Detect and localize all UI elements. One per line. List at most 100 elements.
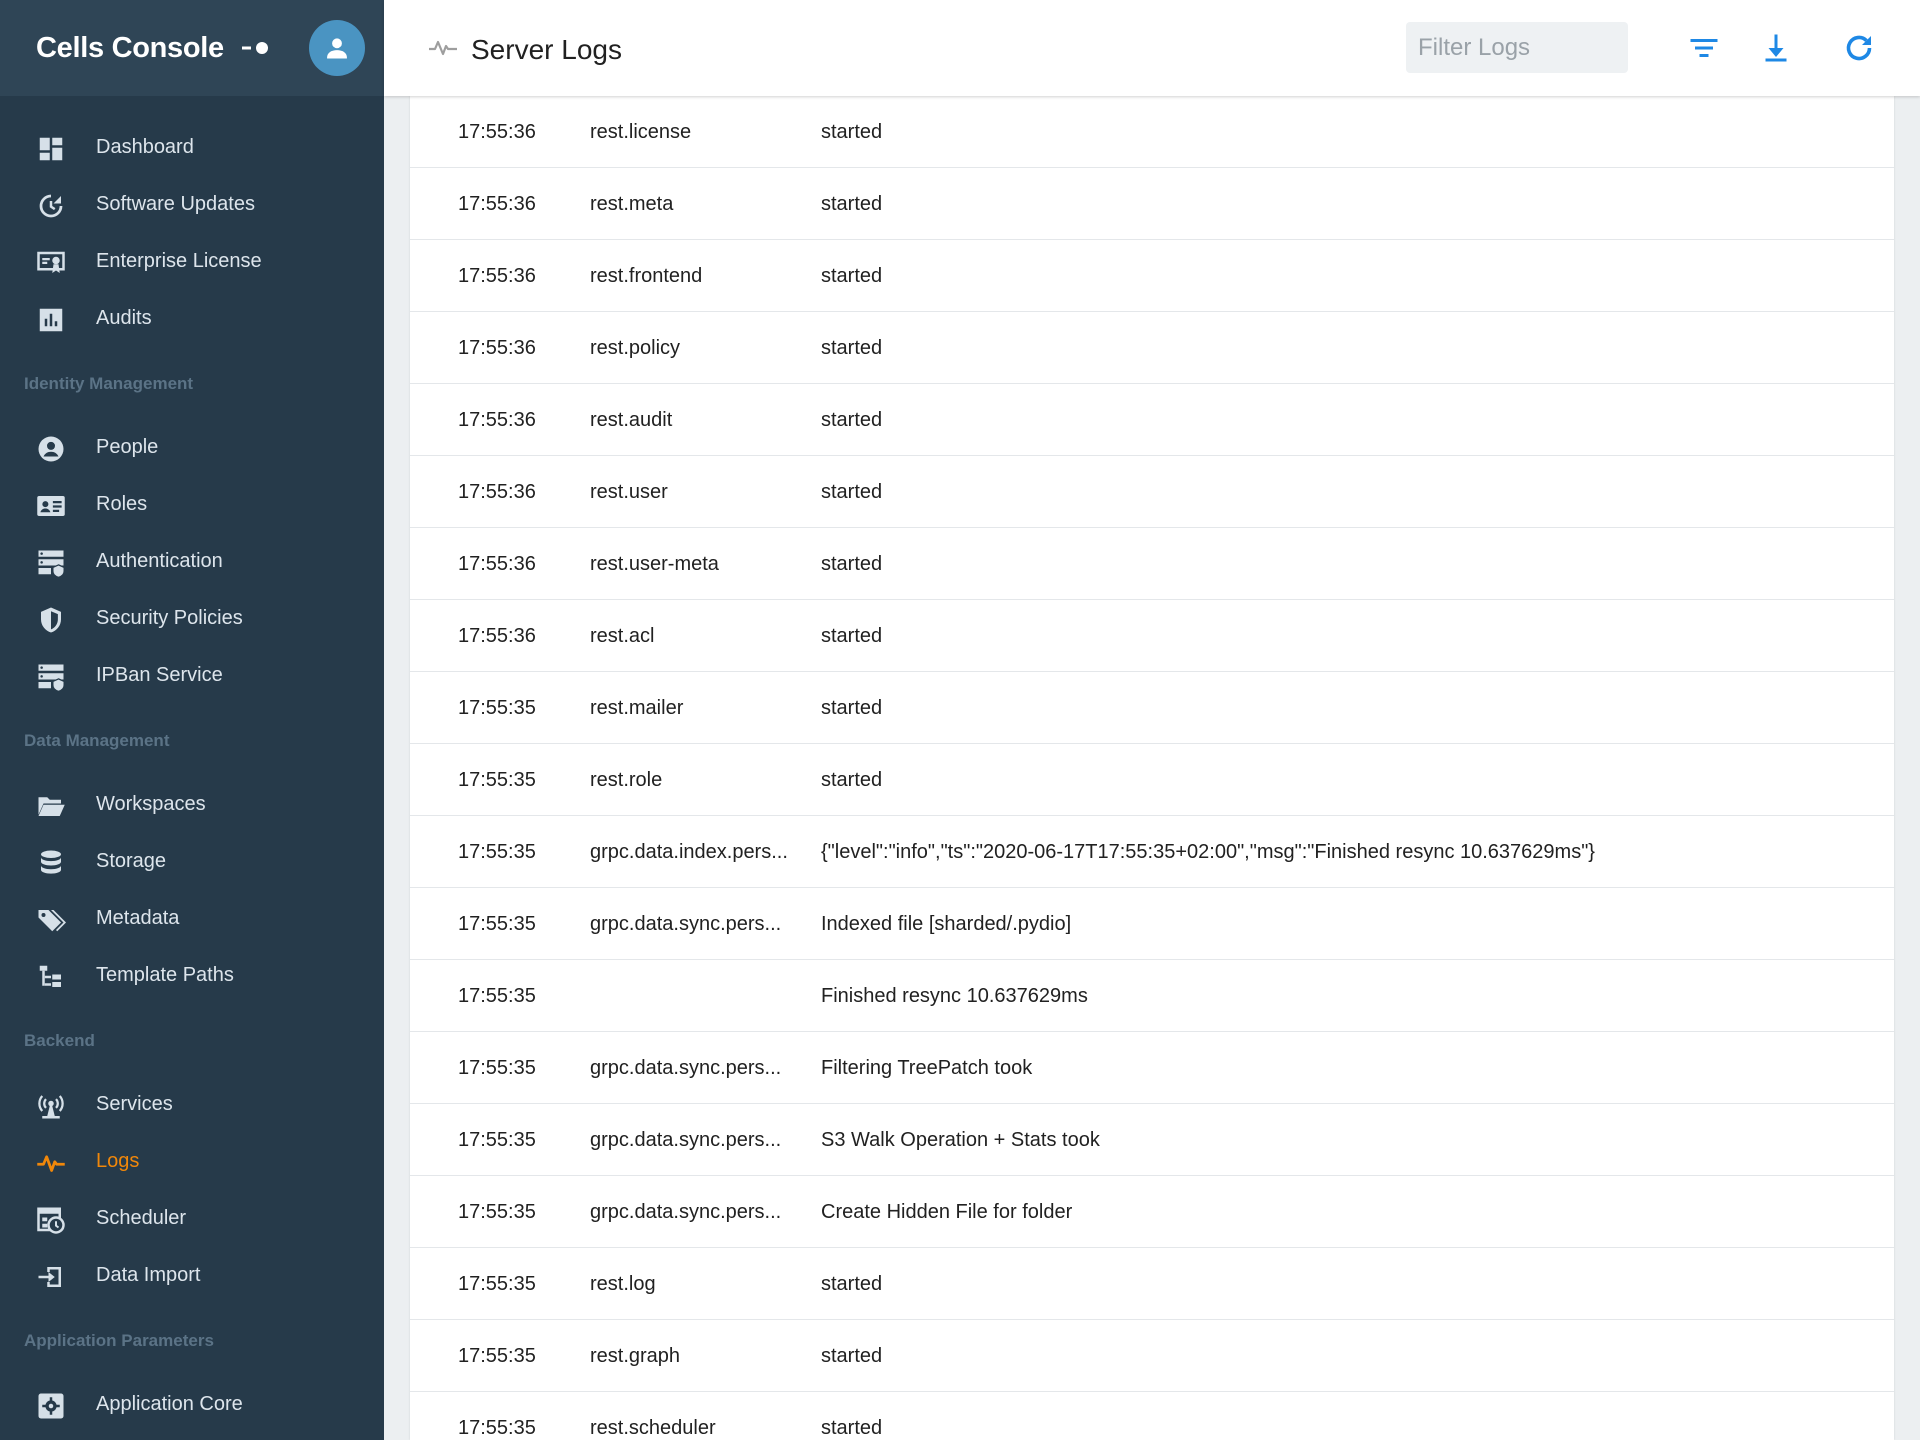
page-title: Server Logs bbox=[471, 34, 622, 65]
log-row[interactable]: 17:55:35 Finished resync 10.637629ms bbox=[410, 960, 1894, 1032]
log-row[interactable]: 17:55:36 rest.acl started bbox=[410, 600, 1894, 672]
log-row[interactable]: 17:55:36 rest.license started bbox=[410, 96, 1894, 168]
user-avatar-button[interactable] bbox=[309, 20, 365, 76]
sidebar-item-logs[interactable]: Logs bbox=[0, 1134, 384, 1191]
filter-logs-input[interactable] bbox=[1406, 22, 1628, 73]
section-title-identity-management: Identity Management bbox=[24, 374, 194, 393]
log-time: 17:55:35 bbox=[458, 1057, 536, 1079]
log-message: {"level":"info","ts":"2020-06-17T17:55:3… bbox=[821, 841, 1595, 863]
section-title-application-parameters: Application Parameters bbox=[24, 1331, 214, 1350]
log-time: 17:55:35 bbox=[458, 697, 536, 719]
sidebar-item-label: Dashboard bbox=[96, 136, 194, 158]
id-card-icon bbox=[37, 496, 65, 516]
log-list: 17:55:36 rest.license started 17:55:36 r… bbox=[410, 96, 1894, 1440]
sidebar-item-label: Logs bbox=[96, 1150, 140, 1172]
folder-open-icon bbox=[38, 797, 65, 816]
log-service: rest.meta bbox=[590, 193, 674, 215]
sidebar-item-authentication[interactable]: Authentication bbox=[0, 534, 384, 591]
sidebar-item-roles[interactable]: Roles bbox=[0, 477, 384, 534]
log-service: rest.graph bbox=[590, 1345, 681, 1367]
log-row[interactable]: 17:55:35 grpc.data.sync.pers... S3 Walk … bbox=[410, 1104, 1894, 1176]
log-service: rest.audit bbox=[590, 409, 673, 431]
refresh-icon[interactable] bbox=[1841, 30, 1877, 66]
log-service: grpc.data.index.pers... bbox=[590, 841, 788, 863]
log-message: started bbox=[821, 1345, 883, 1367]
log-service: rest.mailer bbox=[590, 697, 684, 719]
sidebar-item-label: Scheduler bbox=[96, 1207, 187, 1229]
log-row[interactable]: 17:55:36 rest.frontend started bbox=[410, 240, 1894, 312]
log-message: started bbox=[821, 553, 883, 575]
log-row[interactable]: 17:55:36 rest.policy started bbox=[410, 312, 1894, 384]
sidebar-item-scheduler[interactable]: Scheduler bbox=[0, 1191, 384, 1248]
log-time: 17:55:35 bbox=[458, 985, 536, 1007]
log-message: started bbox=[821, 265, 883, 287]
log-time: 17:55:36 bbox=[458, 481, 536, 503]
sidebar-item-application-core[interactable]: Application Core bbox=[0, 1377, 384, 1434]
sidebar-item-dashboard[interactable]: Dashboard bbox=[0, 120, 384, 177]
log-row[interactable]: 17:55:35 grpc.data.sync.pers... Create H… bbox=[410, 1176, 1894, 1248]
download-icon[interactable] bbox=[1758, 30, 1794, 66]
log-row[interactable]: 17:55:36 rest.user-meta started bbox=[410, 528, 1894, 600]
log-time: 17:55:36 bbox=[458, 193, 536, 215]
log-time: 17:55:36 bbox=[458, 121, 536, 143]
log-service: grpc.data.sync.pers... bbox=[590, 1201, 782, 1223]
log-time: 17:55:35 bbox=[458, 1345, 536, 1367]
log-row[interactable]: 17:55:35 rest.log started bbox=[410, 1248, 1894, 1320]
sidebar-item-label: Software Updates bbox=[96, 193, 255, 215]
server-shield-icon bbox=[38, 664, 65, 692]
log-service: grpc.data.sync.pers... bbox=[590, 913, 782, 935]
log-time: 17:55:35 bbox=[458, 769, 536, 791]
section-title-backend: Backend bbox=[24, 1031, 95, 1050]
log-service: rest.policy bbox=[590, 337, 681, 359]
sidebar-item-audits[interactable]: Audits bbox=[0, 291, 384, 348]
sidebar-item-storage[interactable]: Storage bbox=[0, 834, 384, 891]
log-row[interactable]: 17:55:36 rest.audit started bbox=[410, 384, 1894, 456]
sidebar-item-label: Authentication bbox=[96, 550, 223, 572]
calendar-clock-icon bbox=[37, 1207, 65, 1234]
log-row[interactable]: 17:55:35 rest.scheduler started bbox=[410, 1392, 1894, 1440]
pin-toggle-icon[interactable] bbox=[242, 38, 272, 58]
sidebar-item-data-import[interactable]: Data Import bbox=[0, 1248, 384, 1305]
database-icon bbox=[41, 850, 61, 874]
app-header: Server Logs bbox=[384, 0, 1920, 96]
shield-icon bbox=[41, 607, 61, 633]
dashboard-icon bbox=[39, 137, 63, 161]
sidebar-item-software-updates[interactable]: Software Updates bbox=[0, 177, 384, 234]
log-time: 17:55:36 bbox=[458, 553, 536, 575]
log-row[interactable]: 17:55:35 grpc.data.sync.pers... Filterin… bbox=[410, 1032, 1894, 1104]
sidebar-item-enterprise-license[interactable]: Enterprise License bbox=[0, 234, 384, 291]
sidebar-item-label: Template Paths bbox=[96, 964, 234, 986]
sidebar-header: Cells Console bbox=[0, 0, 384, 96]
sidebar-item-metadata[interactable]: Metadata bbox=[0, 891, 384, 948]
log-time: 17:55:35 bbox=[458, 1273, 536, 1295]
log-row[interactable]: 17:55:35 rest.mailer started bbox=[410, 672, 1894, 744]
sidebar-item-security-policies[interactable]: Security Policies bbox=[0, 591, 384, 648]
section-title-data-management: Data Management bbox=[24, 731, 170, 750]
person-icon bbox=[38, 436, 64, 462]
log-message: started bbox=[821, 625, 883, 647]
sidebar-item-services[interactable]: Services bbox=[0, 1077, 384, 1134]
sidebar-item-ipban-service[interactable]: IPBan Service bbox=[0, 648, 384, 705]
log-row[interactable]: 17:55:35 rest.role started bbox=[410, 744, 1894, 816]
server-shield-icon bbox=[38, 550, 65, 578]
log-row[interactable]: 17:55:35 rest.graph started bbox=[410, 1320, 1894, 1392]
update-icon bbox=[39, 194, 63, 218]
log-time: 17:55:35 bbox=[458, 841, 536, 863]
sidebar-item-workspaces[interactable]: Workspaces bbox=[0, 777, 384, 834]
sidebar-item-people[interactable]: People bbox=[0, 420, 384, 477]
log-service: rest.user bbox=[590, 481, 668, 503]
log-row[interactable]: 17:55:36 rest.user started bbox=[410, 456, 1894, 528]
log-message: started bbox=[821, 769, 883, 791]
gear-box-icon bbox=[38, 1393, 64, 1419]
sidebar-item-template-paths[interactable]: Template Paths bbox=[0, 948, 384, 1005]
log-message: Create Hidden File for folder bbox=[821, 1201, 1073, 1223]
antenna-icon bbox=[38, 1095, 64, 1119]
log-message: started bbox=[821, 1417, 883, 1439]
sidebar-item-label: Workspaces bbox=[96, 793, 206, 815]
log-row[interactable]: 17:55:35 grpc.data.sync.pers... Indexed … bbox=[410, 888, 1894, 960]
log-row[interactable]: 17:55:35 grpc.data.index.pers... {"level… bbox=[410, 816, 1894, 888]
certificate-icon bbox=[37, 251, 65, 273]
filter-list-icon[interactable] bbox=[1686, 30, 1722, 66]
log-row[interactable]: 17:55:36 rest.meta started bbox=[410, 168, 1894, 240]
log-time: 17:55:36 bbox=[458, 265, 536, 287]
